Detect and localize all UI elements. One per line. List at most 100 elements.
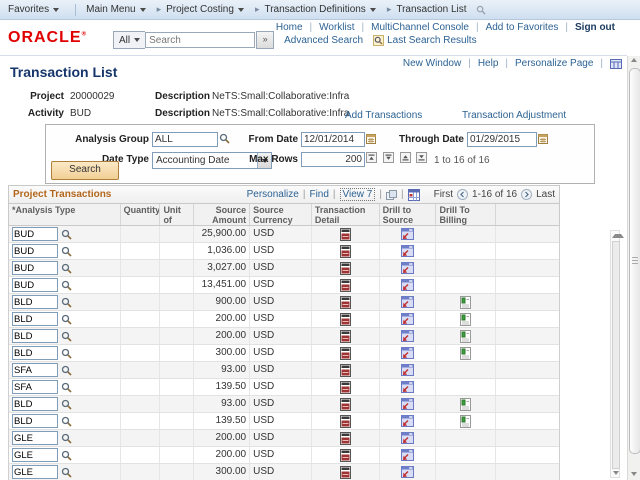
analysis-type-input[interactable] [12, 363, 58, 377]
transaction-detail-icon[interactable] [340, 364, 351, 377]
advanced-search-link[interactable]: Advanced Search [284, 35, 363, 46]
last-search-results-link[interactable]: Last Search Results [387, 35, 477, 46]
drill-to-source-icon[interactable] [401, 466, 414, 478]
help-link[interactable]: Help [478, 58, 499, 69]
scroll-up-icon[interactable] [631, 58, 637, 62]
last-label[interactable]: Last [536, 189, 555, 200]
transaction-detail-icon[interactable] [340, 262, 351, 275]
drill-to-source-icon[interactable] [401, 381, 414, 393]
lookup-icon[interactable] [61, 365, 72, 376]
page-scrollbar-thumb[interactable] [629, 68, 640, 454]
search-go-button[interactable]: » [256, 31, 274, 49]
analysis-type-input[interactable] [12, 295, 58, 309]
max-rows-input[interactable] [301, 152, 365, 167]
lookup-icon[interactable] [61, 331, 72, 342]
through-date-input[interactable] [467, 132, 537, 147]
analysis-type-input[interactable] [12, 346, 58, 360]
drill-to-source-icon[interactable] [401, 313, 414, 325]
range-last-button[interactable] [416, 152, 427, 163]
transaction-detail-icon[interactable] [340, 415, 351, 428]
popup-window-icon[interactable] [386, 190, 397, 200]
breadcrumb-search-icon[interactable] [476, 5, 486, 15]
search-scope-select[interactable]: All [113, 31, 145, 49]
find-link[interactable]: Find [309, 189, 328, 200]
drill-to-source-icon[interactable] [401, 245, 414, 257]
transaction-detail-icon[interactable] [340, 466, 351, 479]
lookup-icon[interactable] [61, 416, 72, 427]
through-date-calendar-icon[interactable] [538, 133, 548, 144]
analysis-type-input[interactable] [12, 227, 58, 241]
transaction-detail-icon[interactable] [340, 330, 351, 343]
analysis-type-input[interactable] [12, 414, 58, 428]
first-label[interactable]: First [434, 189, 453, 200]
breadcrumb-favorites[interactable]: Favorites [8, 4, 59, 15]
lookup-icon[interactable] [61, 450, 72, 461]
analysis-type-input[interactable] [12, 244, 58, 258]
grid-scrollbar-thumb[interactable] [612, 241, 620, 469]
analysis-type-input[interactable] [12, 329, 58, 343]
add-to-favorites-link[interactable]: Add to Favorites [486, 22, 559, 33]
drill-to-source-icon[interactable] [401, 262, 414, 274]
lookup-icon[interactable] [61, 280, 72, 291]
lookup-icon[interactable] [61, 297, 72, 308]
drill-to-source-icon[interactable] [401, 364, 414, 376]
drill-to-source-icon[interactable] [401, 415, 414, 427]
lookup-icon[interactable] [61, 229, 72, 240]
transaction-adjustment-link[interactable]: Transaction Adjustment [462, 110, 566, 121]
breadcrumb-main-menu[interactable]: Main Menu [86, 4, 145, 15]
transaction-detail-icon[interactable] [340, 381, 351, 394]
lookup-icon[interactable] [61, 382, 72, 393]
transaction-detail-icon[interactable] [340, 228, 351, 241]
lookup-icon[interactable] [61, 433, 72, 444]
drill-to-source-icon[interactable] [401, 398, 414, 410]
add-transactions-link[interactable]: Add Transactions [345, 110, 422, 121]
lookup-icon[interactable] [61, 467, 72, 478]
analysis-type-input[interactable] [12, 261, 58, 275]
personalize-layout-icon[interactable] [610, 59, 622, 69]
drill-to-source-icon[interactable] [401, 347, 414, 359]
analysis-type-input[interactable] [12, 312, 58, 326]
transaction-detail-icon[interactable] [340, 449, 351, 462]
search-input[interactable] [145, 32, 255, 48]
previous-page-icon[interactable] [457, 189, 468, 200]
sign-out-link[interactable]: Sign out [575, 22, 615, 33]
transaction-detail-icon[interactable] [340, 279, 351, 292]
analysis-type-input[interactable] [12, 448, 58, 462]
lookup-icon[interactable] [61, 348, 72, 359]
drill-to-source-icon[interactable] [401, 296, 414, 308]
lookup-icon[interactable] [61, 263, 72, 274]
range-first-button[interactable] [366, 152, 377, 163]
transaction-detail-icon[interactable] [340, 313, 351, 326]
next-page-icon[interactable] [521, 189, 532, 200]
search-button[interactable]: Search [51, 161, 119, 180]
drill-to-billing-icon[interactable] [460, 398, 471, 411]
scroll-down-icon[interactable] [613, 471, 619, 475]
analysis-type-input[interactable] [12, 278, 58, 292]
download-grid-icon[interactable] [408, 189, 420, 201]
personalize-link[interactable]: Personalize [247, 189, 299, 200]
grid-scrollbar[interactable] [610, 230, 620, 478]
analysis-type-input[interactable] [12, 397, 58, 411]
breadcrumb-project-costing[interactable]: Project Costing [166, 4, 244, 15]
transaction-detail-icon[interactable] [340, 347, 351, 360]
transaction-detail-icon[interactable] [340, 296, 351, 309]
analysis-type-input[interactable] [12, 431, 58, 445]
drill-to-source-icon[interactable] [401, 432, 414, 444]
analysis-type-input[interactable] [12, 380, 58, 394]
scroll-up-icon[interactable] [612, 234, 624, 238]
personalize-page-link[interactable]: Personalize Page [515, 58, 593, 69]
drill-to-billing-icon[interactable] [460, 313, 471, 326]
view-all-link[interactable]: View 7 [340, 188, 376, 201]
drill-to-source-icon[interactable] [401, 279, 414, 291]
drill-to-source-icon[interactable] [401, 330, 414, 342]
transaction-detail-icon[interactable] [340, 432, 351, 445]
page-scrollbar[interactable] [627, 56, 640, 480]
new-window-link[interactable]: New Window [403, 58, 461, 69]
analysis-type-input[interactable] [12, 465, 58, 479]
transaction-detail-icon[interactable] [340, 245, 351, 258]
drill-to-source-icon[interactable] [401, 228, 414, 240]
from-date-input[interactable] [301, 132, 365, 147]
lookup-icon[interactable] [61, 246, 72, 257]
lookup-icon[interactable] [61, 399, 72, 410]
lookup-icon[interactable] [61, 314, 72, 325]
